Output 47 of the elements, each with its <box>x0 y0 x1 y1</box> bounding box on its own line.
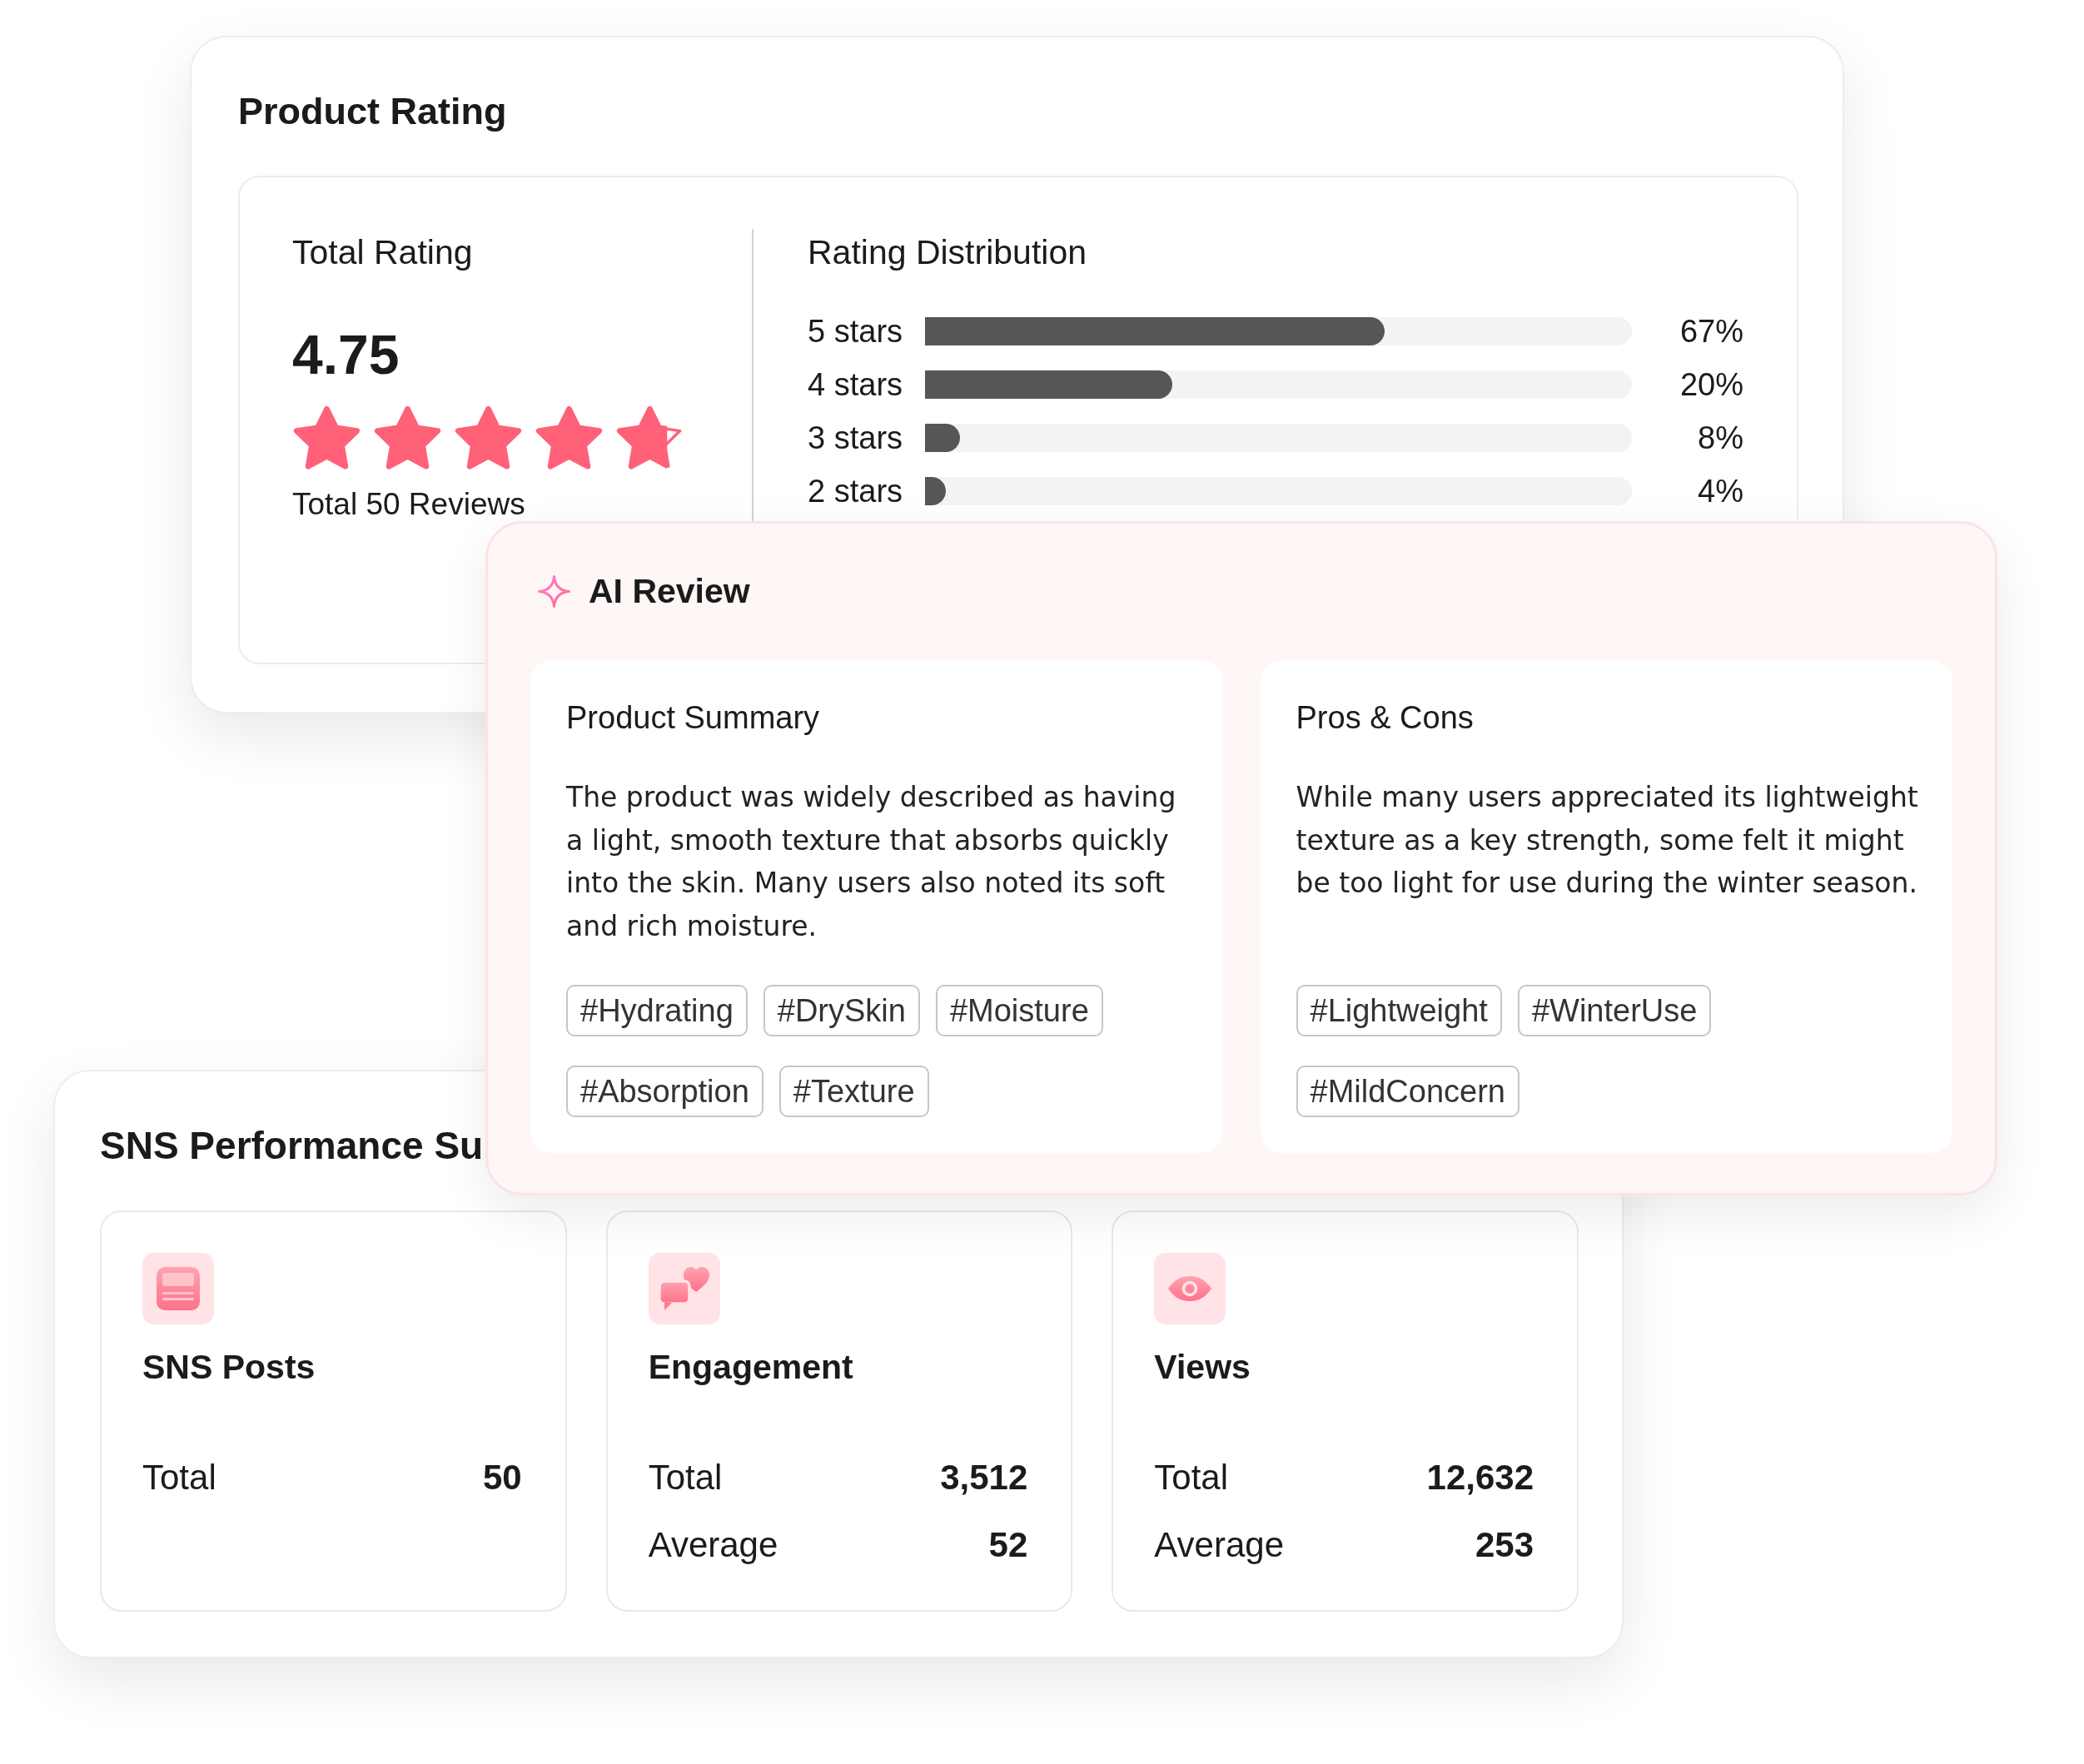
card-title: SNS Performance Su <box>100 1123 484 1169</box>
stat-value: 12,632 <box>1426 1457 1534 1498</box>
summary-text: While many users appreciated its lightweight texture as a key strength, some felt it might be too light for use during the winter season. <box>1296 780 1919 901</box>
rating-label: 5 stars <box>808 313 903 350</box>
hashtag: #MildConcern <box>1296 1066 1519 1117</box>
hashtag: #Hydrating <box>566 985 748 1036</box>
stat-value: 50 <box>482 1457 522 1498</box>
stat-label: Total <box>648 1457 723 1498</box>
hashtag: #Lightweight <box>1296 985 1502 1036</box>
hashtag: #Texture <box>778 1066 929 1117</box>
rating-percent: 4% <box>1698 473 1743 510</box>
panel-title: Product Summary <box>566 699 820 737</box>
star-icon <box>454 405 523 471</box>
stat-title: Views <box>1154 1347 1251 1388</box>
eye-icon <box>1154 1253 1226 1324</box>
rating-label: 2 stars <box>808 473 903 510</box>
stat-label: Total <box>142 1457 216 1498</box>
rating-score: 4.75 <box>292 323 400 386</box>
stat-value: 253 <box>1475 1524 1534 1566</box>
star-icon <box>373 405 442 471</box>
rating-percent: 20% <box>1679 366 1743 404</box>
hashtag: #DrySkin <box>763 985 920 1036</box>
stat-label: Average <box>1154 1524 1284 1566</box>
card-title: Product Rating <box>238 89 507 134</box>
post-icon <box>142 1253 214 1324</box>
hashtag: #Absorption <box>566 1066 763 1117</box>
star-icon <box>292 405 361 471</box>
summary-text: The product was widely described as having a light, smooth texture that absorbs quickly into the skin. Many users also noted its soft and rich moisture. <box>566 780 1177 944</box>
section-title: Rating Distribution <box>808 232 1087 273</box>
sparkle-icon <box>537 574 571 609</box>
rating-label: 4 stars <box>808 366 903 404</box>
rating-percent: 8% <box>1698 420 1743 457</box>
hashtag: #Moisture <box>935 985 1103 1036</box>
stat-value: 52 <box>988 1524 1028 1566</box>
review-count: Total 50 Reviews <box>292 486 525 523</box>
stat-label: Average <box>648 1524 778 1566</box>
stat-title: Engagement <box>648 1347 853 1388</box>
stat-title: SNS Posts <box>142 1347 316 1388</box>
panel-title: Pros & Cons <box>1296 699 1474 737</box>
star-icon <box>535 405 604 471</box>
stat-value: 3,512 <box>940 1457 1028 1498</box>
section-title: Total Rating <box>292 232 473 273</box>
hashtag: #WinterUse <box>1517 985 1712 1036</box>
rating-percent: 67% <box>1679 313 1743 350</box>
stat-label: Total <box>1154 1457 1229 1498</box>
card-title: AI Review <box>589 571 750 612</box>
rating-label: 3 stars <box>808 420 903 457</box>
